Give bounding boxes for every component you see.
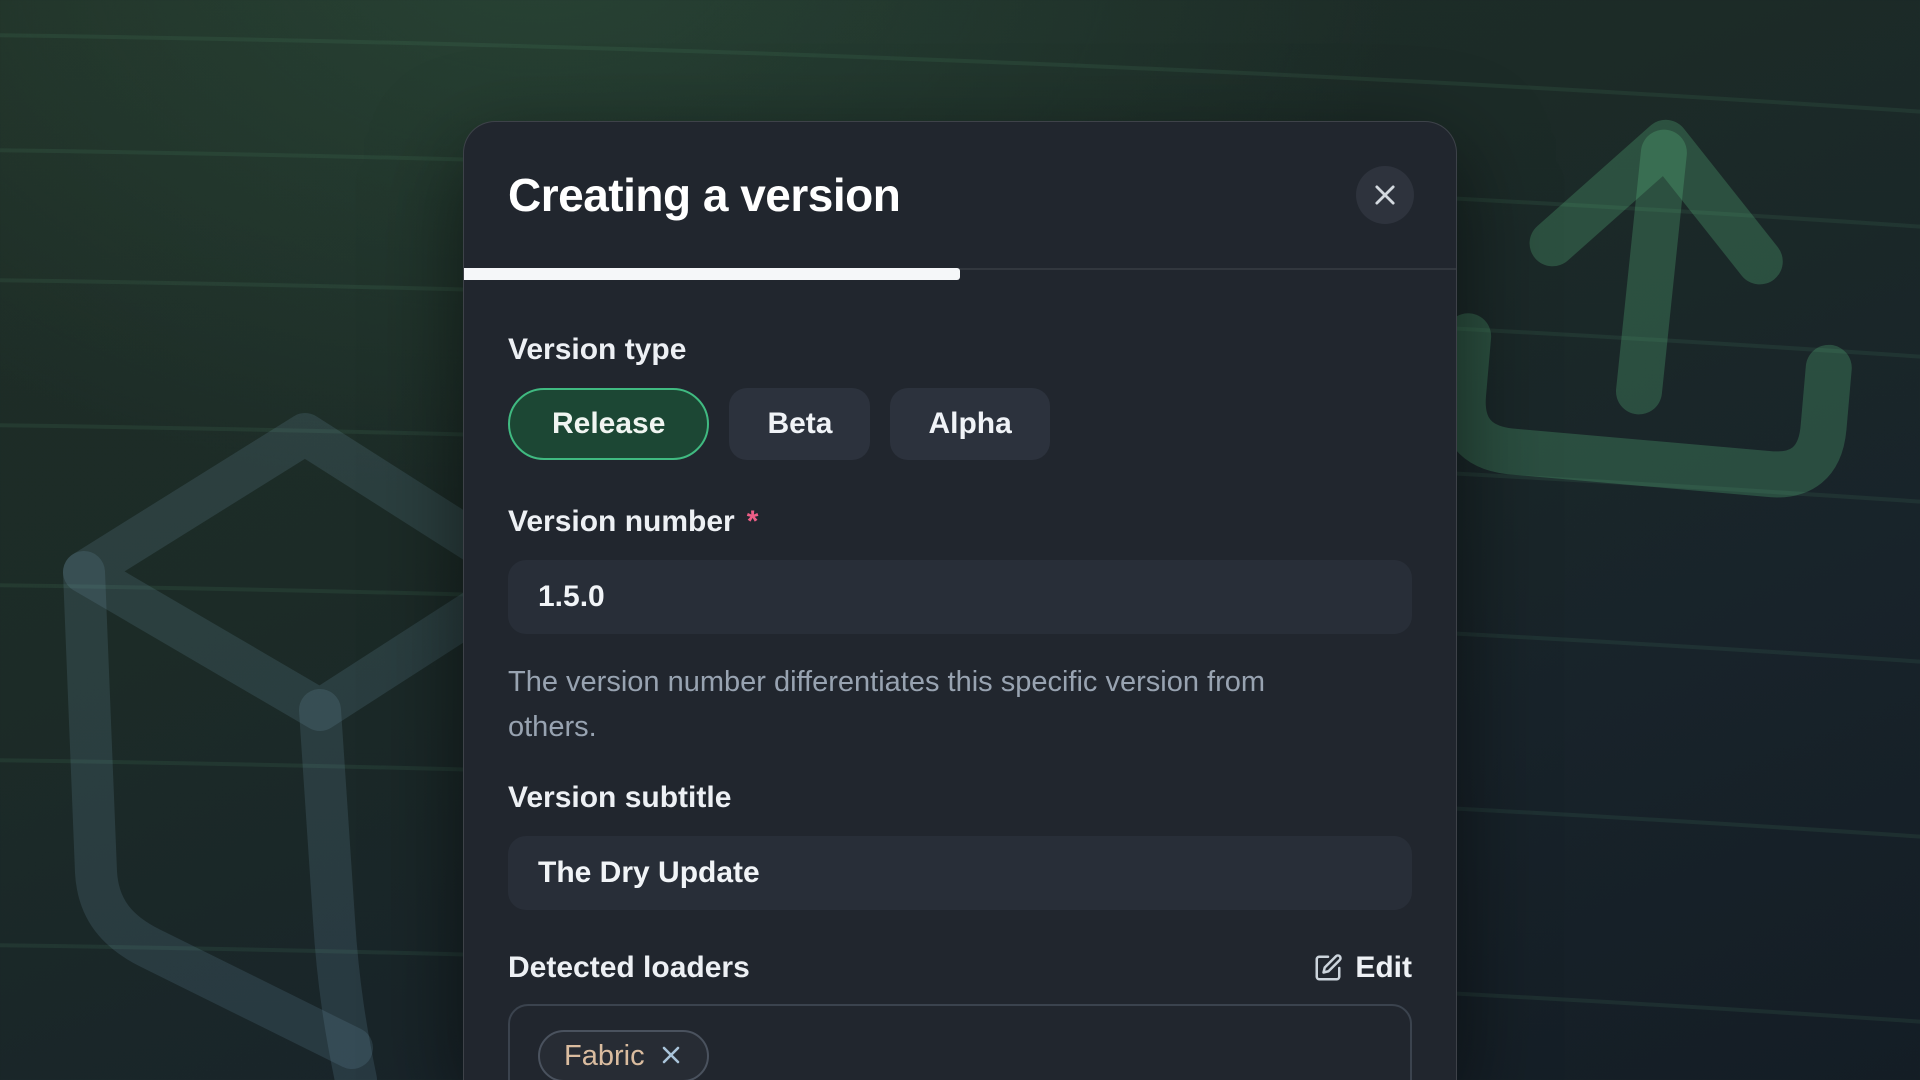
version-number-help: The version number differentiates this s… xyxy=(508,660,1412,750)
detected-loaders-box: Fabric xyxy=(508,1004,1412,1080)
version-type-alpha-button[interactable]: Alpha xyxy=(890,388,1049,460)
version-subtitle-label: Version subtitle xyxy=(508,780,1412,816)
page-background: { "modal": { "title": "Creating a versio… xyxy=(0,0,1920,1080)
upload-arrow-decoration xyxy=(1458,127,1847,478)
close-button[interactable] xyxy=(1356,166,1414,224)
modal-title: Creating a version xyxy=(508,168,900,222)
modal-body: Version type Release Beta Alpha Version … xyxy=(464,280,1456,1080)
version-number-input[interactable] xyxy=(508,560,1412,634)
version-type-options: Release Beta Alpha xyxy=(508,388,1412,460)
edit-label: Edit xyxy=(1355,951,1412,985)
edit-loaders-button[interactable]: Edit xyxy=(1313,951,1412,985)
version-type-beta-button[interactable]: Beta xyxy=(729,388,870,460)
create-version-modal: Creating a version Version type Release … xyxy=(463,121,1457,1080)
loader-chip-label: Fabric xyxy=(564,1040,645,1073)
version-number-label: Version number xyxy=(508,504,735,540)
wizard-progress-track xyxy=(464,268,1456,280)
chip-close-icon xyxy=(659,1043,683,1070)
loader-chip-fabric: Fabric xyxy=(538,1030,709,1080)
version-number-label-row: Version number * xyxy=(508,504,1412,540)
edit-pencil-icon xyxy=(1313,953,1343,983)
version-type-label: Version type xyxy=(508,332,1412,368)
version-type-release-button[interactable]: Release xyxy=(508,388,709,460)
remove-fabric-chip-button[interactable] xyxy=(659,1043,683,1070)
detected-loaders-row: Detected loaders Edit xyxy=(508,950,1412,986)
detected-loaders-label: Detected loaders xyxy=(508,950,750,986)
close-icon xyxy=(1371,181,1399,209)
wizard-progress-fill xyxy=(464,268,960,280)
modal-header: Creating a version xyxy=(464,122,1456,268)
version-subtitle-input[interactable] xyxy=(508,836,1412,910)
required-asterisk: * xyxy=(747,504,759,540)
